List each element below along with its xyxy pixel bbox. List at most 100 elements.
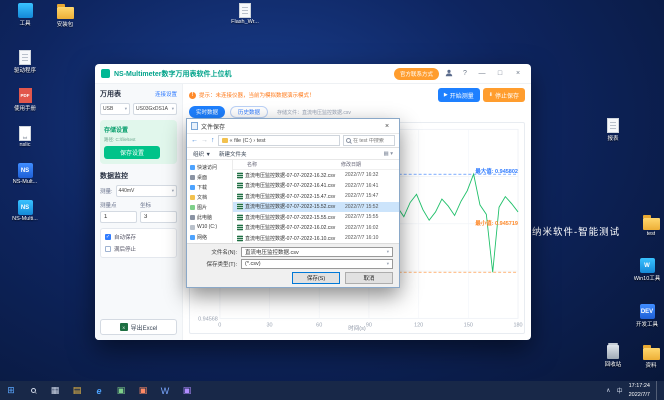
filetype-combo[interactable]: (*.csv) ▾: [241, 259, 393, 269]
range-select[interactable]: 440mV ▾: [115, 185, 177, 197]
filename-combo[interactable]: ▾: [241, 247, 393, 257]
up-icon[interactable]: ↑: [211, 137, 215, 144]
desktop-icon[interactable]: 资料: [632, 344, 664, 369]
dialog-tree-item[interactable]: 文档: [187, 192, 232, 202]
search-input[interactable]: [353, 137, 392, 144]
desktop-icon[interactable]: 工具: [6, 3, 44, 27]
device-select[interactable]: US03GxDS1A ▾: [133, 103, 177, 115]
search-icon: [346, 138, 351, 143]
tab-realtime[interactable]: 实时数据: [189, 106, 226, 118]
desktop-icon[interactable]: 回收站: [594, 343, 632, 368]
desktop-icon[interactable]: test: [632, 214, 664, 237]
desktop-icon[interactable]: 安装包: [46, 3, 84, 28]
app-button-3[interactable]: W: [154, 381, 176, 400]
clock-time: 17:17:24: [628, 383, 650, 390]
dialog-tree-item[interactable]: 此电脑: [187, 212, 232, 222]
close-button[interactable]: ×: [511, 70, 525, 77]
dialog-close-button[interactable]: ×: [379, 123, 395, 130]
save-options-box: ✓ 自动保存 满后停止: [100, 228, 177, 258]
desktop-icon[interactable]: 驱动程序: [6, 50, 44, 74]
maximize-button[interactable]: □: [493, 70, 507, 77]
file-list-header[interactable]: 名称 修改日期: [233, 160, 399, 170]
notification-area-button[interactable]: [656, 381, 660, 400]
dialog-title: 文件保存: [201, 124, 226, 131]
folder-icon: [190, 214, 195, 220]
search-button[interactable]: [22, 381, 44, 400]
user-icon[interactable]: [443, 69, 455, 79]
desktop-icon[interactable]: W Win10工具: [628, 258, 664, 282]
notice-text: 提示：未连接仪器，当前为模拟数据演示模式！: [199, 93, 315, 99]
file-row[interactable]: 直流电压监控数据-07-07-2022-15.47.csv 2022/7/7 15…: [233, 191, 399, 202]
desktop-icon[interactable]: NS NS-Multi...: [6, 200, 44, 222]
coord-input[interactable]: [140, 211, 177, 223]
file-explorer-button[interactable]: ▤: [66, 381, 88, 400]
folder-icon: [190, 184, 195, 190]
tab-history[interactable]: 历史数据: [230, 106, 269, 118]
app-button-4[interactable]: ▣: [176, 381, 198, 400]
breadcrumb[interactable]: « file (C:) › test: [217, 135, 340, 146]
desktop-icon[interactable]: DEV 开发工具: [628, 304, 664, 328]
desktop-icon[interactable]: 报表: [594, 118, 632, 142]
app-shortcut-icon: DEV: [639, 304, 655, 319]
desktop-icon[interactable]: txt nslic: [6, 126, 44, 148]
pdf-icon: PDF: [18, 88, 32, 103]
folder-icon: [56, 4, 74, 19]
ime-indicator[interactable]: 中: [617, 386, 623, 395]
file-row[interactable]: 直流电压监控数据-07-07-2022-16.32.csv 2022/7/7 16…: [233, 170, 399, 181]
dialog-titlebar[interactable]: 文件保存 ×: [187, 119, 399, 133]
start-measure-button[interactable]: ▶ 开始测量: [437, 88, 480, 102]
desktop-icon[interactable]: PDF 使用手册: [6, 88, 44, 112]
dialog-tree-item[interactable]: 桌面: [187, 172, 232, 182]
folder-icon: [221, 138, 228, 143]
save-settings-button[interactable]: 保存设置: [104, 146, 160, 159]
back-icon[interactable]: ←: [191, 137, 198, 144]
loop-save-checkbox[interactable]: 满后停止: [105, 245, 172, 253]
document-icon: [19, 50, 31, 65]
task-view-button[interactable]: ▦: [44, 381, 66, 400]
minimize-button[interactable]: —: [475, 70, 489, 77]
organize-menu[interactable]: 组织 ▼: [193, 150, 211, 158]
point-input[interactable]: [100, 211, 137, 223]
start-button[interactable]: ⊞: [0, 381, 22, 400]
file-row[interactable]: 直流电压监控数据-07-07-2022-15.52.csv 2022/7/7 15…: [233, 201, 399, 212]
stop-save-button[interactable]: ⬇ 停止保存: [482, 88, 525, 102]
column-date[interactable]: 修改日期: [341, 161, 399, 168]
svg-text:90: 90: [366, 323, 372, 329]
app-title: NS-Multimeter数字万用表软件上位机: [114, 70, 232, 78]
file-row[interactable]: 直流电压监控数据-07-07-2022-16.41.csv 2022/7/7 16…: [233, 181, 399, 192]
view-toggle-button[interactable]: ▦ ▾: [384, 151, 394, 157]
bus-select[interactable]: USB ▾: [100, 103, 130, 115]
file-row[interactable]: 直流电压监控数据-07-07-2022-16.02.csv 2022/7/7 16…: [233, 223, 399, 234]
help-icon[interactable]: ?: [459, 70, 471, 77]
app-button-1[interactable]: ▣: [110, 381, 132, 400]
file-row[interactable]: 直流电压监控数据-07-07-2022-16.10.csv 2022/7/7 16…: [233, 233, 399, 243]
storage-panel: 存储设置 路径: C:\file\test 保存设置: [100, 120, 177, 164]
desktop-icon[interactable]: Flash_Wr...: [226, 3, 264, 25]
search-box[interactable]: [343, 135, 395, 146]
dialog-tree-item[interactable]: 网络: [187, 232, 232, 242]
filename-input[interactable]: [245, 249, 387, 255]
dialog-tree-item[interactable]: 图片: [187, 202, 232, 212]
contact-button[interactable]: 官方联系方式: [393, 67, 439, 80]
auto-save-checkbox[interactable]: ✓ 自动保存: [105, 233, 172, 241]
desktop-icon[interactable]: NS NS-Mult...: [6, 163, 44, 185]
new-folder-button[interactable]: 新建文件夹: [219, 150, 247, 158]
connect-settings-link[interactable]: 连接设置: [155, 90, 177, 98]
forward-icon[interactable]: →: [201, 137, 208, 144]
app-button-2[interactable]: ▣: [132, 381, 154, 400]
cancel-button[interactable]: 取消: [345, 272, 393, 284]
column-name[interactable]: 名称: [233, 161, 341, 168]
csv-file-icon: [237, 171, 243, 179]
file-name: 直流电压监控数据-07-07-2022-15.55.csv: [245, 214, 336, 221]
app-titlebar[interactable]: NS-Multimeter数字万用表软件上位机 官方联系方式 ? — □ ×: [95, 64, 531, 84]
dialog-tree-item[interactable]: W10 (C:): [187, 222, 232, 232]
dialog-tree-item[interactable]: 快速访问: [187, 162, 232, 172]
edge-browser-button[interactable]: e: [88, 381, 110, 400]
file-row[interactable]: 直流电压监控数据-07-07-2022-15.55.csv 2022/7/7 15…: [233, 212, 399, 223]
dialog-tree-item[interactable]: 下载: [187, 182, 232, 192]
clock[interactable]: 17:17:24 2022/7/7: [629, 382, 650, 399]
tray-expand-icon[interactable]: ∧: [606, 387, 610, 394]
dialog-command-bar: 组织 ▼ 新建文件夹 ▦ ▾: [187, 148, 399, 160]
export-excel-button[interactable]: X 导出Excel: [100, 319, 177, 335]
save-button[interactable]: 保存(S): [292, 272, 340, 284]
